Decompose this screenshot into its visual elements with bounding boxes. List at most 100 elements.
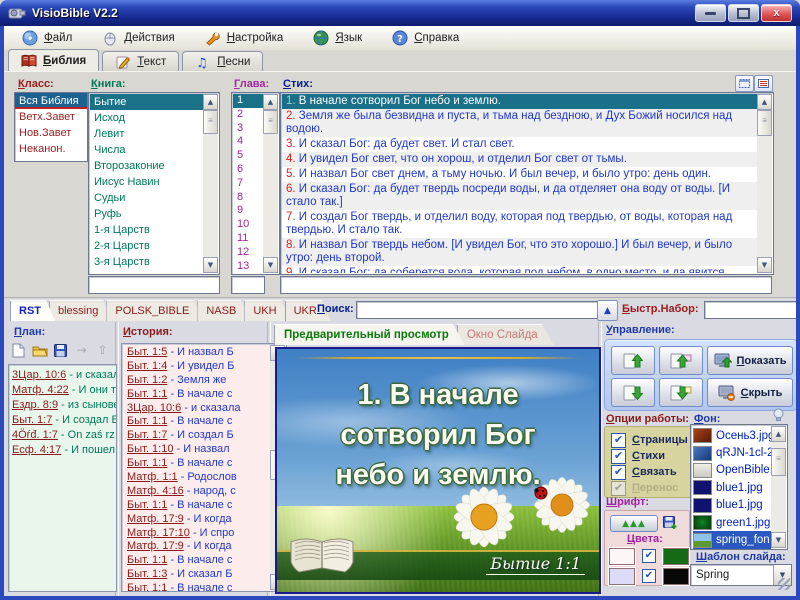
book-item[interactable]: 1-я Царств [90,222,203,238]
translation-tab-blessing[interactable]: blessing [49,300,112,321]
history-item[interactable]: Быт. 1:3 - И сказал Б [124,568,270,582]
font-save-icon[interactable] [661,515,678,531]
plan-item[interactable]: Быт. 1:7 - И создал Б [9,413,116,428]
history-item[interactable]: Матф. 17:9 - И когда [124,540,270,554]
verse-row[interactable]: 5. И назвал Бог свет днем, а тьму ночью.… [282,167,757,182]
scroll-up-icon[interactable]: ▲ [771,426,786,442]
chapter-item[interactable]: 3 [233,122,263,136]
verse-list-button[interactable] [754,75,773,92]
quickset-input[interactable] [704,301,798,319]
hide-button[interactable]: Скрыть [707,378,793,407]
tab-text[interactable]: Текст [102,51,179,72]
book-item[interactable]: Руфь [90,206,203,222]
checkbox-icon[interactable]: ✔ [642,549,656,563]
new-document-icon[interactable] [10,342,27,358]
history-item[interactable]: Быт. 1:1 - В начале с [124,457,270,471]
history-list[interactable]: ▲ ▼ Быт. 1:5 - И назвал ББыт. 1:4 - И ув… [121,343,287,592]
slide-preview[interactable]: 1. В начале сотворил Бог небо и землю. [275,347,601,594]
verse-window-button[interactable] [735,75,754,92]
minimize-button[interactable] [695,4,726,22]
translation-tab-rst[interactable]: RST [10,300,55,321]
chapter-item[interactable]: 1 [233,94,263,108]
background-item[interactable]: sunshine 2 [693,549,771,550]
template-select[interactable]: Spring ▼ [690,564,792,586]
verse-quick-input[interactable] [280,276,772,294]
nav-up-icon[interactable]: ⇧ [94,342,111,358]
chapter-item[interactable]: 12 [233,246,263,260]
class-list[interactable]: Вся БиблияВетх.ЗаветНов.ЗаветНеканон. [14,92,88,162]
background-item[interactable]: OpenBible.p [693,462,771,479]
plan-item[interactable]: Есф. 4:17 - И пошел [9,443,116,458]
open-folder-icon[interactable] [31,342,48,358]
menu-item-language[interactable]: Язык [313,30,362,46]
background-item[interactable]: qRJN-1cl-2.j [693,444,771,461]
checkbox-icon[interactable]: ✔ [611,449,626,464]
tab-bible[interactable]: Библия [8,49,99,72]
scroll-down-icon[interactable]: ▼ [757,257,772,273]
chapter-scrollbar[interactable]: ▲ ▼ [263,94,278,273]
book-quick-input[interactable] [88,276,220,294]
book-item[interactable]: Бытие [90,94,203,110]
menu-item-actions[interactable]: Действия [102,30,174,46]
plan-item[interactable]: Матф. 4:22 - И они т [9,383,116,398]
scroll-up-icon[interactable]: ▲ [203,94,218,110]
chapter-item[interactable]: 10 [233,218,263,232]
class-item[interactable]: Нов.Завет [15,125,87,141]
color-swatch-right[interactable] [663,568,689,585]
scroll-up-icon[interactable]: ▲ [263,94,278,110]
background-item[interactable]: blue1.jpg [693,479,771,496]
checkbox-icon[interactable]: ✔ [611,481,626,496]
class-item[interactable]: Вся Библия [15,93,87,109]
plan-item[interactable]: Ездр. 8:9 - из сынове [9,398,116,413]
checkbox-icon[interactable]: ✔ [611,433,626,448]
chapter-item[interactable]: 5 [233,149,263,163]
menu-item-file[interactable]: Файл [22,30,72,46]
verse-row[interactable]: 4. И увидел Бог свет, что он хорош, и от… [282,152,757,167]
color-swatch-right[interactable] [663,548,689,565]
history-item[interactable]: Быт. 1:5 - И назвал Б [124,346,270,360]
book-scrollbar[interactable]: ▲ ▼ [203,94,218,273]
plan-item[interactable]: 3Цар. 10:6 - и сказал [9,368,116,383]
history-item[interactable]: Матф. 17:10 - И спро [124,527,270,541]
chapter-item[interactable]: 6 [233,163,263,177]
chapter-item[interactable]: 9 [233,204,263,218]
background-item[interactable]: Осень3.jpg [693,427,771,444]
book-item[interactable]: Числа [90,142,203,158]
book-item[interactable]: Иисус Навин [90,174,203,190]
chapter-item[interactable]: 13 [233,260,263,273]
translation-tab-nasb[interactable]: NASB [197,300,250,321]
checkbox-icon[interactable]: ✔ [611,465,626,480]
book-item[interactable]: Судьи [90,190,203,206]
chapter-list[interactable]: 12345678910111213 ▲ ▼ [231,92,280,275]
book-item[interactable]: Второзаконие [90,158,203,174]
class-item[interactable]: Неканон. [15,141,87,157]
history-item[interactable]: Матф. 1:1 - Родослов [124,471,270,485]
verse-row[interactable]: 3. И сказал Бог: да будет свет. И стал с… [282,137,757,152]
background-list[interactable]: ▲ ▼ Осень3.jpgqRJN-1cl-2.jOpenBible.pblu… [690,424,788,550]
book-item[interactable]: Левит [90,126,203,142]
history-item[interactable]: Быт. 1:4 - И увидел Б [124,360,270,374]
menu-item-settings[interactable]: Настройка [205,30,284,46]
plan-item[interactable]: 4Öŕđ. 1:7 - On zaś rz [9,428,116,443]
scroll-down-icon[interactable]: ▼ [203,257,218,273]
page-up-slide-button[interactable] [659,346,703,375]
save-icon[interactable] [52,342,69,358]
resize-grip[interactable] [778,578,790,590]
verse-row[interactable]: 2. Земля же была безвидна и пуста, и тьм… [282,109,757,137]
history-item[interactable]: Быт. 1:1 - В начале с [124,499,270,513]
chapter-item[interactable]: 2 [233,108,263,122]
history-item[interactable]: 3Цар. 10:6 - и сказала [124,402,270,416]
title-bar[interactable]: VisioBible V2.2 x [0,0,800,26]
verse-row[interactable]: 8. И назвал Бог твердь небом. [И увидел … [282,238,757,266]
search-input[interactable] [356,301,600,319]
translation-tab-ukh[interactable]: UKH [244,300,290,321]
class-item[interactable]: Ветх.Завет [15,109,87,125]
checkbox-icon[interactable]: ✔ [642,569,656,583]
tab-songs[interactable]: ♫ Песни [182,51,263,72]
history-item[interactable]: Быт. 1:1 - В начале с [124,388,270,402]
background-scrollbar[interactable]: ▲ ▼ [771,426,786,548]
page-down-slide-button[interactable] [659,378,703,407]
maximize-button[interactable] [728,4,759,22]
scroll-down-icon[interactable]: ▼ [263,257,278,273]
tab-preview[interactable]: Предварительный просмотр [274,324,465,345]
